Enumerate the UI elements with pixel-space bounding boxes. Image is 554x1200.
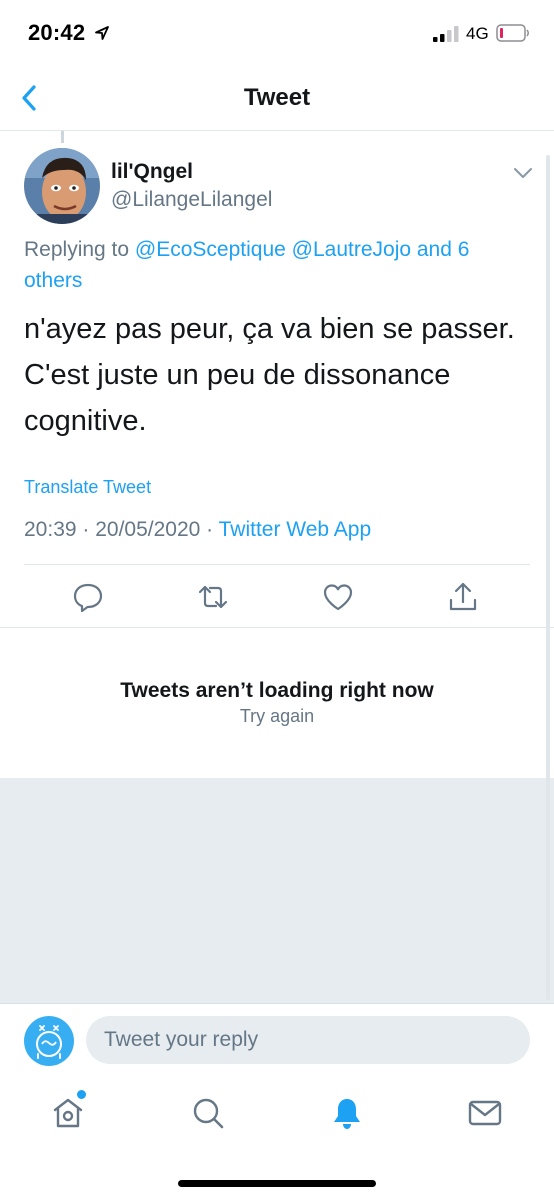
reply-button[interactable] [71,580,105,614]
tweet-timestamp: 20:39 · 20/05/2020 · [24,518,219,541]
scrollbar[interactable] [546,155,550,1000]
tab-notifications[interactable] [329,1095,365,1131]
notifications-bell-icon [334,1099,360,1129]
empty-replies-area [0,778,554,1003]
share-button[interactable] [446,580,480,614]
tweet-meta: 20:39 · 20/05/2020 · Twitter Web App [24,518,371,542]
like-button[interactable] [321,580,355,614]
divider [24,564,530,565]
tab-messages[interactable] [467,1095,503,1131]
status-time: 20:42 [28,20,86,45]
heart-icon [323,584,353,611]
replying-prefix: Replying to [24,238,130,261]
home-icon [53,1098,83,1128]
thread-connector-line [61,131,64,143]
reply-icon [73,583,103,613]
replying-to: Replying to @EcoSceptique @LautreJojo an… [24,234,524,296]
location-arrow-icon [95,26,109,40]
try-again-button[interactable]: Try again [0,706,554,727]
translate-tweet-link[interactable]: Translate Tweet [24,477,151,498]
tab-home[interactable] [50,1095,86,1131]
new-content-indicator [77,1090,86,1099]
share-icon [449,582,477,611]
divider [0,1003,554,1004]
network-type: 4G [466,24,489,43]
reply-box[interactable] [86,1016,530,1064]
author-display-name[interactable]: lil'Qngel [111,160,193,184]
home-indicator[interactable] [178,1180,376,1187]
error-message: Tweets aren’t loading right now [120,679,434,702]
my-avatar[interactable] [24,1016,74,1066]
retweet-button[interactable] [196,580,230,614]
tweet-source-link[interactable]: Twitter Web App [219,518,372,541]
author-avatar[interactable] [24,148,100,224]
cellular-signal-icon [433,26,459,42]
author-handle[interactable]: @LilangeLilangel [111,188,272,212]
retweet-icon [198,585,228,609]
chevron-down-icon[interactable] [513,166,533,180]
page-title: Tweet [243,84,311,111]
tweet-text: n'ayez pas peur, ça va bien se passer. C… [24,313,515,437]
nav-divider [0,130,554,131]
reply-input[interactable] [86,1016,530,1064]
tab-search[interactable] [190,1095,226,1131]
messages-mail-icon [468,1100,502,1126]
divider [0,627,554,628]
search-icon [193,1098,224,1129]
battery-low-icon [496,24,529,42]
